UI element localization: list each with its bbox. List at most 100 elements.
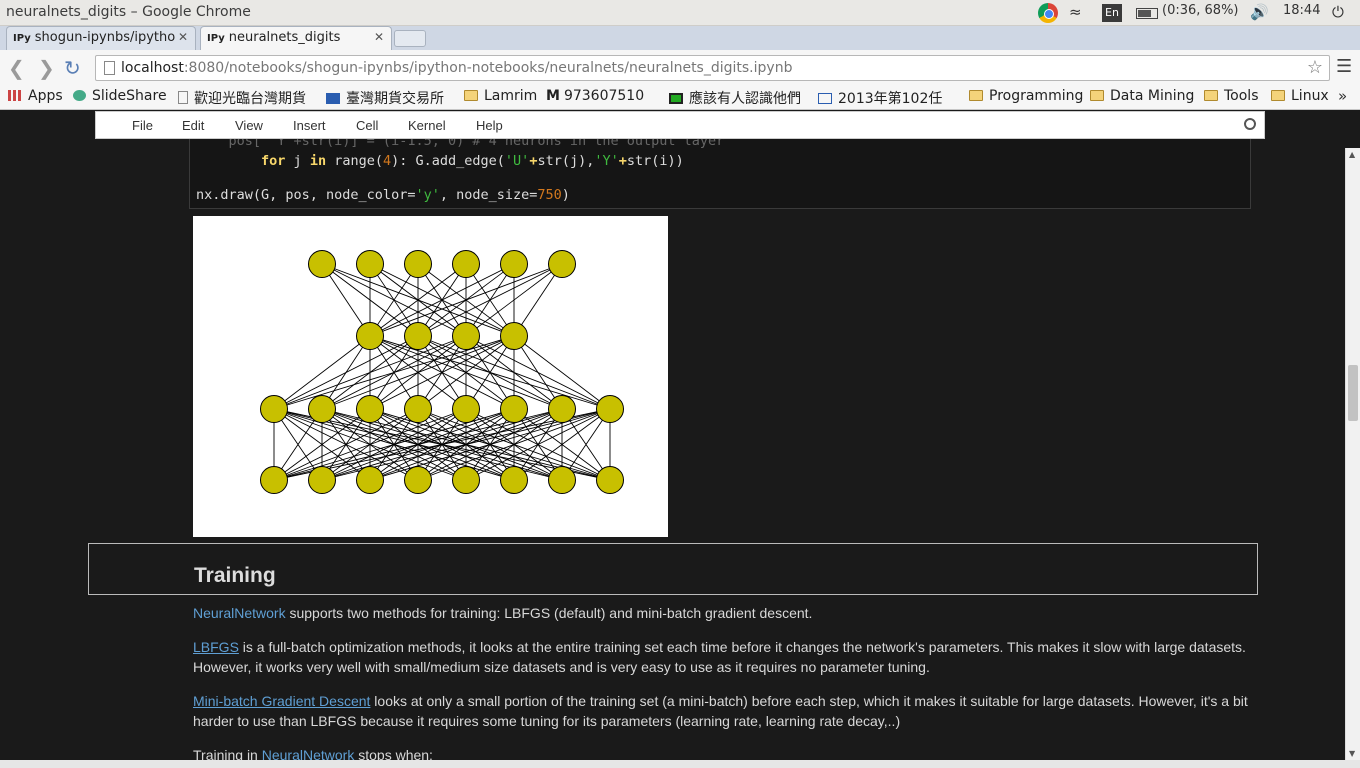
graph-node-layer3-3 — [404, 466, 432, 494]
tab-shogun-ipynbs[interactable]: IPy shogun-ipynbs/ipytho ✕ — [6, 26, 196, 50]
menu-cell[interactable]: Cell — [356, 118, 378, 133]
lbfgs-link[interactable]: LBFGS — [193, 639, 239, 655]
graph-node-layer2-4 — [452, 395, 480, 423]
graph-node-layer2-5 — [500, 395, 528, 423]
graph-node-layer2-6 — [548, 395, 576, 423]
page-icon — [104, 61, 115, 75]
network-graph-svg — [260, 250, 624, 494]
bookmark-taifex[interactable]: 臺灣期貨交易所 — [326, 88, 444, 108]
taifex-icon — [326, 93, 340, 104]
vertical-scrollbar[interactable]: ▲ ▼ — [1345, 148, 1360, 760]
graph-node-layer2-3 — [404, 395, 432, 423]
language-indicator[interactable]: En — [1102, 4, 1122, 22]
page-icon — [669, 93, 683, 104]
tab-neuralnets-digits[interactable]: IPy neuralnets_digits ✕ — [200, 26, 392, 50]
scroll-up-icon[interactable]: ▲ — [1349, 150, 1355, 159]
folder-icon — [1090, 90, 1104, 101]
kernel-status-icon — [1244, 118, 1256, 130]
graph-edge — [417, 263, 563, 337]
browser-toolbar: ❮ ❯ ↻ localhost:8080/notebooks/shogun-ip… — [0, 50, 1360, 86]
bookmark-star-icon[interactable]: ☆ — [1307, 57, 1323, 78]
clock[interactable]: 18:44 — [1283, 3, 1320, 18]
scrollbar-thumb[interactable] — [1348, 365, 1358, 421]
tab-strip: IPy shogun-ipynbs/ipytho ✕ IPy neuralnets_… — [0, 26, 1360, 50]
training-heading: Training — [194, 564, 276, 587]
bookmark-2013[interactable]: 2013年第102任 — [818, 88, 958, 108]
edges — [273, 263, 611, 481]
graph-node-layer0-5 — [548, 250, 576, 278]
graph-edge — [273, 335, 515, 410]
volume-icon[interactable]: 🔊 — [1250, 3, 1269, 21]
folder-icon — [464, 90, 478, 101]
bookmark-tools[interactable]: Tools — [1204, 88, 1259, 104]
bookmark-data-mining[interactable]: Data Mining — [1090, 88, 1194, 104]
menu-kernel[interactable]: Kernel — [408, 118, 446, 133]
bookmark-slideshare[interactable]: SlideShare — [73, 88, 167, 104]
url-text[interactable]: localhost:8080/notebooks/shogun-ipynbs/i… — [121, 60, 792, 76]
battery-icon[interactable] — [1136, 8, 1158, 19]
reload-icon[interactable]: ↻ — [64, 56, 81, 80]
forward-arrow-icon[interactable]: ❯ — [38, 56, 55, 80]
system-top-bar: neuralnets_digits – Google Chrome ≈ En (… — [0, 0, 1360, 26]
wifi-icon[interactable]: ≈ — [1069, 3, 1082, 21]
folder-icon — [1204, 90, 1218, 101]
close-tab-icon[interactable]: ✕ — [374, 30, 384, 44]
notebook-menubar: File Edit View Insert Cell Kernel Help — [95, 111, 1265, 139]
scroll-down-icon[interactable]: ▼ — [1349, 749, 1355, 758]
folder-icon — [1271, 90, 1285, 101]
graph-node-layer1-3 — [500, 322, 528, 350]
graph-node-layer1-1 — [404, 322, 432, 350]
ipython-favicon-icon: IPy — [13, 33, 31, 44]
graph-node-layer2-0 — [260, 395, 288, 423]
back-arrow-icon[interactable]: ❮ — [8, 56, 25, 80]
menu-edit[interactable]: Edit — [182, 118, 204, 133]
battery-status[interactable]: (0:36, 68%) — [1162, 3, 1239, 18]
code-line-for: for j in range(4): G.add_edge('U'+str(j)… — [261, 153, 684, 169]
neuralnetwork-link[interactable]: NeuralNetwork — [193, 605, 286, 621]
power-icon[interactable]: ⏻ — [1332, 3, 1344, 21]
new-tab-button[interactable] — [394, 30, 426, 47]
graph-node-layer2-2 — [356, 395, 384, 423]
bookmark-who-knows[interactable]: 應該有人認識他們 — [669, 88, 807, 108]
tab-label: shogun-ipynbs/ipytho — [34, 30, 176, 45]
bookmark-taiwan-futures[interactable]: 歡迎光臨台灣期貨 — [178, 88, 316, 108]
calendar-icon — [818, 93, 832, 104]
close-tab-icon[interactable]: ✕ — [178, 30, 188, 44]
bookmark-973607510[interactable]: M 973607510 — [546, 88, 644, 104]
m-icon: M — [546, 88, 560, 104]
bookmark-programming[interactable]: Programming — [969, 88, 1083, 104]
graph-edge — [273, 335, 419, 410]
notebook-page: File Edit View Insert Cell Kernel Help p… — [0, 111, 1345, 768]
folder-icon — [969, 90, 983, 101]
menu-insert[interactable]: Insert — [293, 118, 326, 133]
bookmark-linux[interactable]: Linux — [1271, 88, 1329, 104]
slideshare-icon — [73, 90, 86, 101]
graph-node-layer0-1 — [356, 250, 384, 278]
graph-node-layer3-7 — [596, 466, 624, 494]
bookmark-lamrim[interactable]: Lamrim — [464, 88, 537, 104]
mini-batch-gd-link[interactable]: Mini-batch Gradient Descent — [193, 693, 370, 709]
address-bar[interactable]: localhost:8080/notebooks/shogun-ipynbs/i… — [95, 55, 1330, 81]
graph-node-layer2-1 — [308, 395, 336, 423]
graph-node-layer0-3 — [452, 250, 480, 278]
window-title: neuralnets_digits – Google Chrome — [6, 4, 251, 20]
menu-help[interactable]: Help — [476, 118, 503, 133]
network-graph-output — [193, 216, 668, 537]
markdown-heading-cell[interactable]: Training — [88, 543, 1258, 595]
graph-node-layer3-5 — [500, 466, 528, 494]
graph-node-layer1-0 — [356, 322, 384, 350]
bookmark-apps[interactable]: Apps — [8, 88, 63, 104]
chrome-menu-icon[interactable]: ☰ — [1336, 56, 1352, 77]
menu-view[interactable]: View — [235, 118, 263, 133]
graph-node-layer1-2 — [452, 322, 480, 350]
training-paragraph-2: LBFGS is a full-batch optimization metho… — [193, 639, 1246, 675]
graph-node-layer0-0 — [308, 250, 336, 278]
horizontal-scrollbar[interactable] — [0, 760, 1360, 768]
graph-node-layer3-0 — [260, 466, 288, 494]
more-bookmarks-icon[interactable]: » — [1338, 87, 1347, 105]
code-line-draw: nx.draw(G, pos, node_color='y', node_siz… — [196, 187, 570, 203]
bookmarks-bar: Apps SlideShare 歡迎光臨台灣期貨 臺灣期貨交易所 Lamrim … — [0, 86, 1360, 110]
menu-file[interactable]: File — [132, 118, 153, 133]
chrome-icon[interactable] — [1038, 3, 1058, 23]
training-paragraph-3: Mini-batch Gradient Descent looks at onl… — [193, 693, 1248, 729]
